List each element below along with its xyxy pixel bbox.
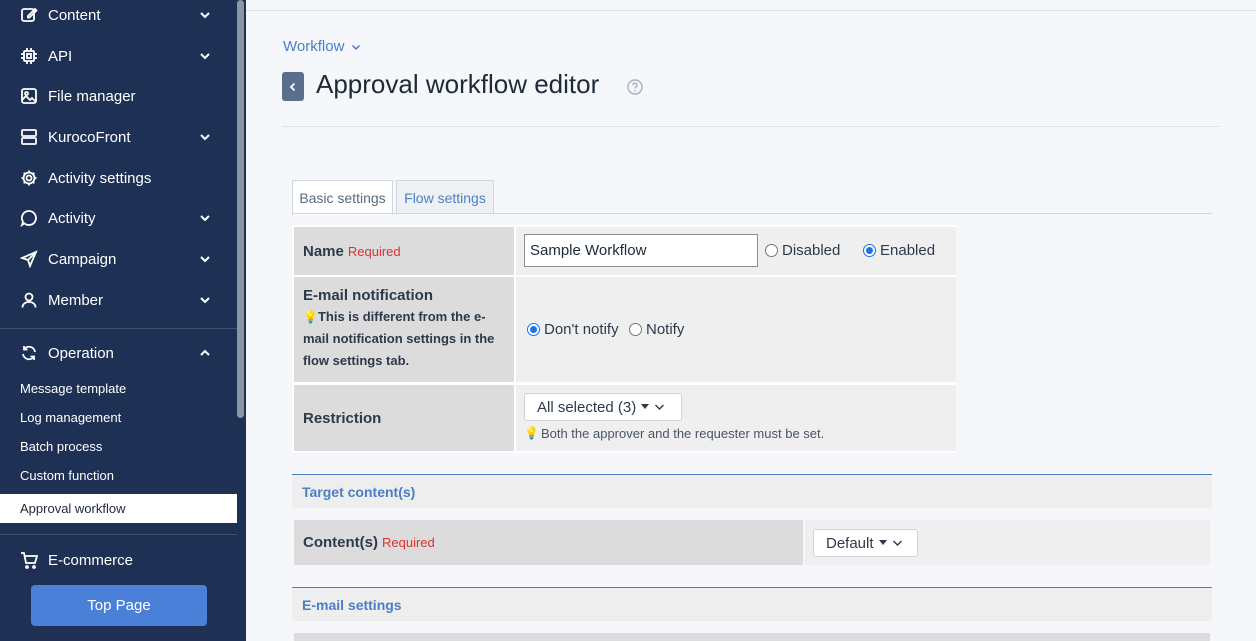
- gear-icon: [20, 169, 38, 187]
- contents-select-value: Default: [826, 534, 874, 552]
- sidebar-divider: [0, 328, 237, 329]
- sidebar-subitem-approval-workflow[interactable]: Approval workflow: [0, 494, 237, 523]
- caret-down-icon: [641, 404, 650, 409]
- email-settings-section-header: E-mail settings: [292, 587, 1212, 621]
- name-label: Name: [303, 242, 344, 260]
- tab-basic-settings[interactable]: Basic settings: [292, 180, 393, 215]
- email-notification-note: 💡This is different from the e-mail notif…: [303, 306, 508, 372]
- chevron-left-icon: [289, 82, 296, 91]
- restriction-value: All selected (3): [537, 398, 637, 416]
- email-note-text: This is different from the e-mail notifi…: [303, 309, 495, 368]
- radio-disabled-circle[interactable]: [765, 244, 778, 257]
- sidebar: Content API File manager KurocoFront Act…: [0, 0, 246, 641]
- radio-notify-circle[interactable]: [629, 323, 642, 336]
- name-row-label: Name Required: [294, 227, 514, 275]
- server-icon: [20, 128, 38, 146]
- edit-icon: [20, 6, 38, 24]
- email-row-label: E-mail notification 💡This is different f…: [294, 277, 514, 382]
- sidebar-item-label: Activity settings: [48, 169, 152, 187]
- required-badge: Required: [382, 535, 435, 550]
- email-notification-label: E-mail notification: [303, 287, 434, 304]
- title-divider: [282, 126, 1220, 127]
- sidebar-item-label: Operation: [48, 344, 114, 362]
- image-icon: [20, 87, 38, 105]
- top-page-button[interactable]: Top Page: [31, 585, 207, 626]
- radio-enabled[interactable]: Enabled: [863, 242, 935, 259]
- radio-notify[interactable]: Notify: [629, 321, 684, 338]
- sidebar-item-label: Member: [48, 291, 104, 309]
- sidebar-item-kurocofront[interactable]: KurocoFront: [0, 118, 237, 156]
- sidebar-item-member[interactable]: Member: [0, 281, 237, 319]
- chevron-down-icon: [200, 53, 210, 60]
- caret-down-icon: [878, 540, 887, 545]
- tab-divider: [292, 213, 1212, 214]
- sidebar-divider: [0, 534, 237, 535]
- sidebar-item-operation[interactable]: Operation: [0, 334, 237, 372]
- chevron-down-icon: [200, 215, 210, 222]
- sidebar-item-campaign[interactable]: Campaign: [0, 240, 237, 278]
- restriction-dropdown[interactable]: All selected (3): [524, 393, 682, 421]
- required-badge: Required: [347, 243, 401, 259]
- sidebar-item-label: File manager: [48, 87, 136, 105]
- header-rule: [246, 10, 1256, 11]
- breadcrumb-label: Workflow: [283, 38, 345, 55]
- breadcrumb[interactable]: Workflow: [283, 38, 362, 55]
- radio-disabled-label: Disabled: [782, 242, 841, 259]
- radio-enabled-label: Enabled: [880, 242, 936, 259]
- sidebar-item-file-manager[interactable]: File manager: [0, 77, 237, 115]
- sidebar-item-label: Campaign: [48, 250, 117, 268]
- sidebar-item-ecommerce[interactable]: E-commerce: [0, 541, 237, 579]
- chevron-down-icon: [200, 297, 210, 304]
- sidebar-item-label: KurocoFront: [48, 128, 131, 146]
- name-input[interactable]: [524, 234, 758, 267]
- sidebar-scrollbar[interactable]: [237, 0, 244, 418]
- refresh-icon: [20, 344, 38, 362]
- contents-row-label: Content(s) Required: [294, 520, 803, 565]
- sidebar-subitem-message-template[interactable]: Message template: [0, 374, 237, 403]
- chevron-down-icon: [655, 404, 665, 410]
- chevron-down-icon: [200, 256, 210, 263]
- chevron-up-icon: [200, 349, 210, 356]
- user-icon: [20, 291, 38, 309]
- restriction-label: Restriction: [303, 409, 382, 427]
- restriction-note: 💡 Both the approver and the requester mu…: [524, 426, 824, 441]
- sidebar-item-label: E-commerce: [48, 551, 134, 569]
- chevron-down-icon: [200, 12, 210, 19]
- target-contents-section-header: Target content(s): [292, 474, 1212, 508]
- sidebar-item-activity-settings[interactable]: Activity settings: [0, 159, 237, 197]
- sidebar-subitem-batch-process[interactable]: Batch process: [0, 432, 237, 461]
- email-settings-row: [294, 633, 1210, 641]
- sidebar-item-api[interactable]: API: [0, 37, 237, 75]
- lightbulb-icon: 💡: [303, 310, 318, 324]
- chevron-down-icon: [352, 44, 361, 50]
- sidebar-subitem-custom-function[interactable]: Custom function: [0, 461, 237, 490]
- sidebar-item-label: API: [48, 47, 73, 65]
- tab-flow-settings[interactable]: Flow settings: [396, 180, 494, 214]
- sidebar-subitem-log-management[interactable]: Log management: [0, 403, 237, 432]
- back-button[interactable]: [282, 72, 304, 101]
- send-icon: [20, 250, 38, 268]
- sidebar-item-activity[interactable]: Activity: [0, 199, 237, 237]
- lightbulb-icon: 💡: [524, 426, 539, 440]
- radio-dont-notify-label: Don't notify: [544, 321, 619, 338]
- radio-dont-notify[interactable]: Don't notify: [527, 321, 619, 338]
- contents-dropdown[interactable]: Default: [813, 529, 918, 557]
- radio-disabled[interactable]: Disabled: [765, 242, 840, 259]
- sidebar-item-content[interactable]: Content: [0, 0, 237, 34]
- chevron-down-icon: [892, 540, 902, 546]
- radio-notify-label: Notify: [646, 321, 685, 338]
- chat-icon: [20, 209, 38, 227]
- radio-dont-notify-circle[interactable]: [527, 323, 540, 336]
- cart-icon: [20, 551, 38, 569]
- restriction-note-text: Both the approver and the requester must…: [540, 426, 825, 441]
- chevron-down-icon: [200, 134, 210, 141]
- radio-enabled-circle[interactable]: [863, 244, 876, 257]
- page-title: Approval workflow editor: [316, 69, 600, 99]
- sidebar-item-label: Activity: [48, 209, 96, 227]
- chip-icon: [20, 47, 38, 65]
- contents-label: Content(s): [303, 534, 378, 551]
- restriction-row-label: Restriction: [294, 385, 514, 451]
- sidebar-item-label: Content: [48, 6, 101, 24]
- help-icon[interactable]: [627, 79, 643, 95]
